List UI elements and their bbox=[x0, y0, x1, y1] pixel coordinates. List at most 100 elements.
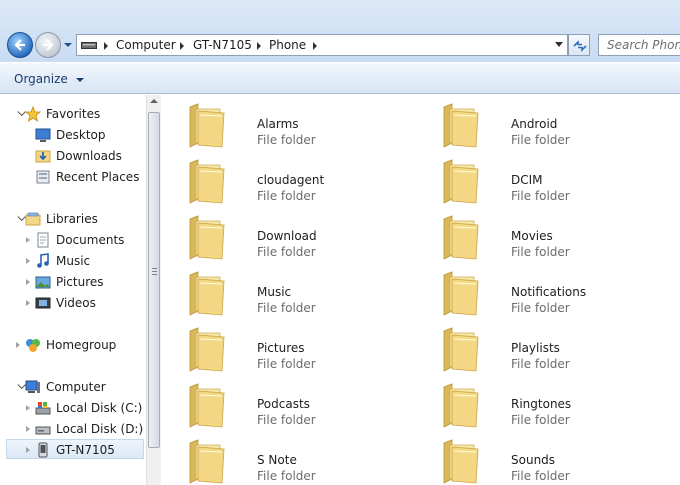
folder-tile[interactable]: Playlists File folder bbox=[438, 325, 678, 375]
breadcrumb-computer[interactable]: Computer bbox=[116, 38, 176, 52]
folder-type: File folder bbox=[511, 133, 570, 147]
folder-type: File folder bbox=[257, 301, 316, 315]
sidebar-item-recent-places[interactable]: Recent Places bbox=[0, 167, 146, 187]
sidebar-item-music[interactable]: Music bbox=[0, 251, 146, 271]
sidebar-scrollbar[interactable] bbox=[146, 95, 161, 485]
desktop-icon bbox=[35, 128, 51, 142]
folder-name: Music bbox=[257, 285, 292, 299]
grip-line bbox=[152, 271, 157, 272]
folder-icon bbox=[184, 271, 228, 317]
breadcrumb-separator[interactable] bbox=[257, 42, 261, 50]
folder-tile[interactable]: Movies File folder bbox=[438, 213, 678, 263]
back-button[interactable] bbox=[7, 32, 33, 58]
arrow-right-icon bbox=[43, 39, 54, 51]
sidebar-item-label: Pictures bbox=[56, 275, 104, 289]
recent-places-icon bbox=[36, 170, 50, 184]
expand-arrow-icon[interactable] bbox=[26, 405, 30, 411]
breadcrumb-separator[interactable] bbox=[180, 42, 184, 50]
expand-arrow-icon[interactable] bbox=[26, 258, 30, 264]
sidebar-item-pictures[interactable]: Pictures bbox=[0, 272, 146, 292]
expand-arrow-icon[interactable] bbox=[26, 426, 30, 432]
sidebar-item-documents[interactable]: Documents bbox=[0, 230, 146, 250]
folder-type: File folder bbox=[511, 301, 570, 315]
breadcrumb-device[interactable]: GT-N7105 bbox=[193, 38, 252, 52]
sidebar-item-local-disk-c[interactable]: Local Disk (C:) bbox=[0, 398, 146, 418]
folder-icon bbox=[438, 271, 482, 317]
sidebar-item-favorites[interactable]: Favorites bbox=[0, 104, 146, 124]
sidebar-item-label: Favorites bbox=[46, 107, 101, 121]
sidebar-item-label: Music bbox=[56, 254, 91, 268]
folder-tile[interactable]: S Note File folder bbox=[184, 437, 424, 485]
refresh-icon bbox=[573, 40, 587, 52]
folder-name: Download bbox=[257, 229, 317, 243]
folder-name: Notifications bbox=[511, 285, 587, 299]
sidebar-item-gt-n7105[interactable]: GT-N7105 bbox=[6, 439, 144, 459]
sidebar-item-label: Local Disk (D:) bbox=[56, 422, 144, 436]
sidebar-item-label: GT-N7105 bbox=[56, 443, 115, 457]
recent-pages-dropdown[interactable] bbox=[63, 41, 73, 49]
folder-icon bbox=[438, 327, 482, 373]
folder-tile[interactable]: Android File folder bbox=[438, 101, 678, 151]
expand-arrow-icon[interactable] bbox=[26, 300, 30, 306]
expand-arrow-icon[interactable] bbox=[26, 447, 30, 453]
sidebar-item-label: Videos bbox=[56, 296, 96, 310]
sidebar-item-libraries[interactable]: Libraries bbox=[0, 209, 146, 229]
folder-name: Pictures bbox=[257, 341, 305, 355]
file-list: Alarms File folder Android File folder cloud… bbox=[162, 95, 680, 485]
folder-icon bbox=[184, 439, 228, 485]
forward-button[interactable] bbox=[35, 32, 61, 58]
expand-arrow-icon[interactable] bbox=[26, 237, 30, 243]
search-input[interactable]: Search Phone bbox=[598, 34, 680, 56]
refresh-button[interactable] bbox=[568, 34, 590, 56]
folder-tile[interactable]: cloudagent File folder bbox=[184, 157, 424, 207]
folder-tile[interactable]: Podcasts File folder bbox=[184, 381, 424, 431]
downloads-folder-icon bbox=[35, 150, 51, 163]
sidebar-item-local-disk-d[interactable]: Local Disk (D:) bbox=[0, 419, 146, 439]
sidebar-item-homegroup[interactable]: Homegroup bbox=[0, 335, 146, 355]
folder-name: Ringtones bbox=[511, 397, 572, 411]
folder-name: DCIM bbox=[511, 173, 543, 187]
folder-type: File folder bbox=[257, 469, 316, 483]
folder-type: File folder bbox=[257, 357, 316, 371]
breadcrumb-separator[interactable] bbox=[313, 42, 317, 50]
folder-tile[interactable]: Music File folder bbox=[184, 269, 424, 319]
folder-tile[interactable]: Sounds File folder bbox=[438, 437, 678, 485]
sidebar-item-downloads[interactable]: Downloads bbox=[0, 146, 146, 166]
breadcrumb-phone[interactable]: Phone bbox=[269, 38, 306, 52]
folder-type: File folder bbox=[257, 245, 316, 259]
folder-tile[interactable]: DCIM File folder bbox=[438, 157, 678, 207]
address-history-dropdown[interactable] bbox=[555, 42, 563, 47]
sidebar-item-label: Libraries bbox=[46, 212, 98, 226]
music-note-icon bbox=[37, 253, 49, 268]
sidebar-item-label: Documents bbox=[56, 233, 125, 247]
scrollbar-thumb[interactable] bbox=[148, 112, 160, 448]
chevron-down-icon[interactable] bbox=[76, 78, 84, 82]
sidebar-item-videos[interactable]: Videos bbox=[0, 293, 146, 313]
address-bar-area: Computer GT-N7105 Phone Search Phone bbox=[0, 0, 680, 62]
folder-icon bbox=[438, 215, 482, 261]
sidebar-item-desktop[interactable]: Desktop bbox=[0, 125, 146, 145]
folder-tile[interactable]: Notifications File folder bbox=[438, 269, 678, 319]
breadcrumb-separator[interactable] bbox=[104, 42, 108, 50]
organize-button[interactable]: Organize bbox=[14, 72, 68, 86]
folder-type: File folder bbox=[511, 413, 570, 427]
expand-arrow-icon[interactable] bbox=[16, 342, 20, 348]
folder-type: File folder bbox=[257, 133, 316, 147]
folder-tile[interactable]: Download File folder bbox=[184, 213, 424, 263]
folder-type: File folder bbox=[511, 245, 570, 259]
folder-tile[interactable]: Alarms File folder bbox=[184, 101, 424, 151]
folder-tile[interactable]: Ringtones File folder bbox=[438, 381, 678, 431]
system-drive-icon bbox=[35, 402, 51, 415]
libraries-icon bbox=[25, 212, 41, 226]
expand-arrow-icon[interactable] bbox=[26, 279, 30, 285]
folder-type: File folder bbox=[257, 413, 316, 427]
folder-type: File folder bbox=[257, 189, 316, 203]
computer-icon bbox=[25, 380, 40, 393]
scroll-up-arrow-icon[interactable] bbox=[150, 99, 158, 103]
sidebar-item-label: Homegroup bbox=[46, 338, 117, 352]
command-toolbar: Organize bbox=[0, 62, 680, 94]
documents-icon bbox=[37, 232, 49, 248]
address-field[interactable]: Computer GT-N7105 Phone bbox=[76, 34, 568, 56]
sidebar-item-computer[interactable]: Computer bbox=[0, 377, 146, 397]
folder-tile[interactable]: Pictures File folder bbox=[184, 325, 424, 375]
